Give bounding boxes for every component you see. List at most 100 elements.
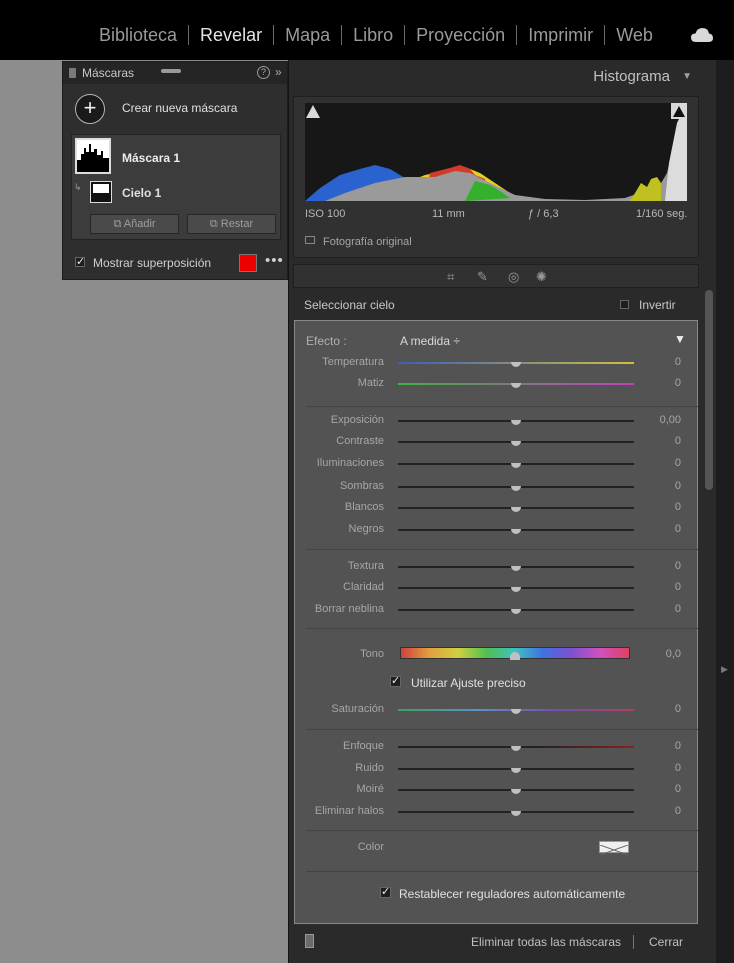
select-sky-label[interactable]: Seleccionar cielo [304,298,395,312]
close-button[interactable]: Cerrar [649,935,683,949]
scrollbar-thumb[interactable] [705,290,713,490]
sky-mask-thumbnail[interactable] [90,181,112,203]
histogram-graph[interactable] [305,103,687,201]
scrollbar-track[interactable] [702,60,716,963]
slider-sombras[interactable]: Sombras 0 [295,477,697,497]
cloud-icon[interactable] [690,27,714,43]
overlay-label[interactable]: Mostrar superposición [93,256,211,270]
slider-thumb[interactable] [511,529,521,534]
slider-value[interactable]: 0 [675,480,681,492]
nav-revelar[interactable]: Revelar [189,24,273,46]
slider-thumb[interactable] [511,362,521,367]
nav-web[interactable]: Web [605,24,664,46]
slider-thumb[interactable] [511,587,521,592]
slider-enfoque[interactable]: Enfoque 0 [295,737,697,757]
histogram-header[interactable]: Histograma ▼ [288,60,702,94]
highlight-clipping-icon[interactable] [671,103,687,119]
invert-label[interactable]: Invertir [639,298,676,312]
slider-value[interactable]: 0,00 [660,414,681,426]
hue-slider-thumb[interactable] [510,652,520,660]
nav-imprimir[interactable]: Imprimir [517,24,604,46]
slider-contraste[interactable]: Contraste 0 [295,432,697,452]
slider-saturacion[interactable]: Saturación 0 [295,700,697,720]
footer-toggle-icon[interactable] [305,934,314,948]
create-mask-label[interactable]: Crear nueva máscara [122,101,237,115]
slider-negros[interactable]: Negros 0 [295,520,697,540]
slider-temperatura[interactable]: Temperatura 0 [295,353,697,373]
slider-value[interactable]: 0 [675,805,681,817]
overlay-checkbox[interactable]: ✓ [75,257,85,268]
slider-value[interactable]: 0 [675,740,681,752]
fine-adjust-checkbox[interactable]: ✓ [390,676,401,687]
fine-adjust-label[interactable]: Utilizar Ajuste preciso [411,676,526,690]
slider-value[interactable]: 0 [675,581,681,593]
slider-thumb[interactable] [511,383,521,388]
slider-moire[interactable]: Moiré 0 [295,780,697,800]
color-swatch[interactable] [599,841,629,856]
nav-proyeccion[interactable]: Proyección [405,24,516,46]
create-mask-row[interactable]: + Crear nueva máscara [63,92,287,126]
histogram-title[interactable]: Histograma [593,68,670,85]
slider-thumb[interactable] [511,463,521,468]
slider-iluminaciones[interactable]: Iluminaciones 0 [295,454,697,474]
slider-value[interactable]: 0 [675,377,681,389]
slider-thumb[interactable] [511,420,521,425]
original-photo-row[interactable]: Fotografía original [305,236,412,248]
slider-eliminar-halos[interactable]: Eliminar halos 0 [295,802,697,822]
panel-toggle-icon[interactable] [69,68,76,78]
shadow-clipping-icon[interactable] [305,103,321,119]
slider-value[interactable]: 0 [675,703,681,715]
slider-thumb[interactable] [511,609,521,614]
slider-thumb[interactable] [511,811,521,816]
slider-value[interactable]: 0,0 [666,648,681,660]
slider-value[interactable]: 0 [675,560,681,572]
slider-thumb[interactable] [511,746,521,751]
crop-icon[interactable]: ⌗ [447,269,454,285]
slider-claridad[interactable]: Claridad 0 [295,578,697,598]
nav-mapa[interactable]: Mapa [274,24,341,46]
slider-exposicion[interactable]: Exposición 0,00 [295,411,697,431]
slider-blancos[interactable]: Blancos 0 [295,498,697,518]
slider-thumb[interactable] [511,566,521,571]
mask-name[interactable]: Máscara 1 [122,151,180,165]
help-icon[interactable]: ? [257,66,270,79]
slider-ruido[interactable]: Ruido 0 [295,759,697,779]
slider-thumb[interactable] [511,507,521,512]
collapse-effect-icon[interactable]: ▼ [674,332,686,346]
slider-thumb[interactable] [511,709,521,714]
slider-value[interactable]: 0 [675,523,681,535]
nav-libro[interactable]: Libro [342,24,404,46]
slider-value[interactable]: 0 [675,501,681,513]
mask-thumbnail[interactable] [75,138,111,174]
slider-value[interactable]: 0 [675,783,681,795]
healing-icon[interactable]: ✎ [477,269,488,285]
plus-icon[interactable]: + [75,94,105,124]
collapse-icon[interactable]: » [275,65,282,79]
slider-value[interactable]: 0 [675,603,681,615]
slider-thumb[interactable] [511,486,521,491]
add-button[interactable]: ⧉ Añadir [90,214,179,234]
slider-value[interactable]: 0 [675,457,681,469]
auto-reset-label[interactable]: Restablecer reguladores automáticamente [399,887,625,901]
auto-reset-checkbox[interactable]: ✓ [380,887,391,898]
nav-biblioteca[interactable]: Biblioteca [88,24,188,46]
drag-handle-icon[interactable] [161,69,181,73]
collapse-triangle-icon[interactable]: ▼ [682,71,692,82]
invert-checkbox[interactable] [620,300,629,309]
more-options-icon[interactable]: ••• [265,252,284,269]
slider-textura[interactable]: Textura 0 [295,557,697,577]
slider-thumb[interactable] [511,789,521,794]
sub-mask-name[interactable]: Cielo 1 [122,186,161,200]
slider-value[interactable]: 0 [675,356,681,368]
overlay-color-swatch[interactable] [239,254,257,272]
masking-icon[interactable]: ✺ [536,269,547,285]
effect-preset-select[interactable]: A medida ÷ [400,334,460,348]
masks-panel-header[interactable]: Máscaras ? » [63,62,287,84]
subtract-button[interactable]: ⧉ Restar [187,214,276,234]
slider-thumb[interactable] [511,441,521,446]
slider-thumb[interactable] [511,768,521,773]
slider-matiz[interactable]: Matiz 0 [295,374,697,394]
slider-borrar-neblina[interactable]: Borrar neblina 0 [295,600,697,620]
delete-all-masks-button[interactable]: Eliminar todas las máscaras [471,935,621,949]
slider-value[interactable]: 0 [675,762,681,774]
